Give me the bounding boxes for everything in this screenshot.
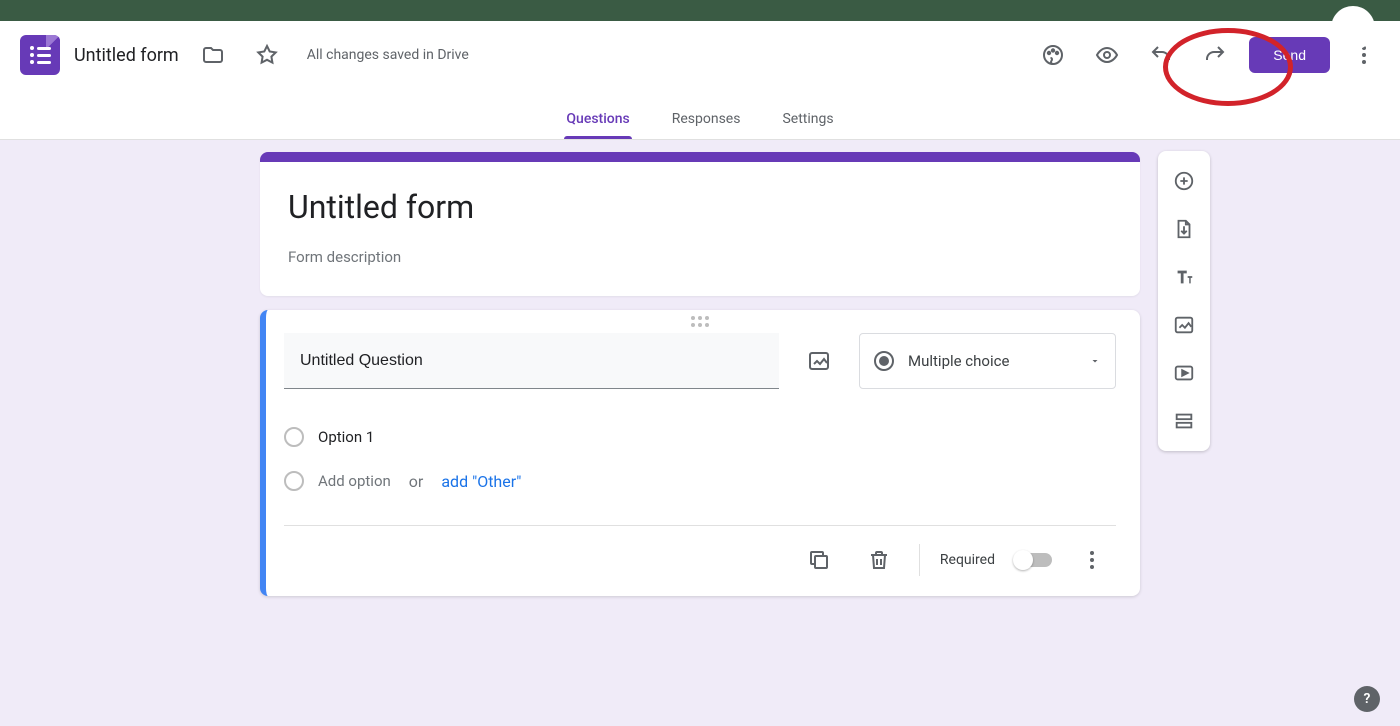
- add-question-icon[interactable]: [1162, 159, 1206, 203]
- delete-icon[interactable]: [859, 540, 899, 580]
- star-icon[interactable]: [247, 35, 287, 75]
- add-section-icon[interactable]: [1162, 399, 1206, 443]
- required-toggle[interactable]: [1015, 553, 1052, 567]
- add-video-icon[interactable]: [1162, 351, 1206, 395]
- document-title[interactable]: Untitled form: [74, 45, 179, 66]
- options-list: Option 1 Add option or add "Other": [284, 401, 1116, 525]
- add-title-icon[interactable]: [1162, 255, 1206, 299]
- duplicate-icon[interactable]: [799, 540, 839, 580]
- question-title-input[interactable]: [284, 333, 779, 389]
- question-type-select[interactable]: Multiple choice: [859, 333, 1116, 389]
- save-status: All changes saved in Drive: [307, 47, 469, 63]
- divider: [919, 544, 920, 576]
- add-option-label[interactable]: Add option: [318, 472, 391, 490]
- radio-icon: [284, 471, 304, 491]
- radio-icon: [284, 427, 304, 447]
- radio-icon: [874, 351, 894, 371]
- form-title-card[interactable]: Untitled form Form description: [260, 152, 1140, 296]
- form-title[interactable]: Untitled form: [288, 188, 1112, 226]
- option-row[interactable]: Option 1: [284, 415, 1116, 459]
- tab-questions[interactable]: Questions: [564, 111, 631, 139]
- chevron-down-icon: [1089, 352, 1101, 371]
- tabs: Questions Responses Settings: [0, 89, 1400, 139]
- add-image-to-question-icon[interactable]: [801, 343, 837, 379]
- question-type-label: Multiple choice: [908, 352, 1075, 370]
- question-footer: Required: [284, 525, 1116, 596]
- required-label: Required: [940, 552, 995, 568]
- or-label: or: [409, 472, 424, 491]
- customize-theme-icon[interactable]: [1033, 35, 1073, 75]
- browser-chrome-strip: [0, 0, 1400, 21]
- forms-logo[interactable]: [20, 35, 60, 75]
- floating-toolbar: [1158, 151, 1210, 451]
- header: Untitled form All changes saved in Drive…: [0, 21, 1400, 140]
- question-card[interactable]: Multiple choice Option 1 Add option or a…: [260, 310, 1140, 596]
- option-label[interactable]: Option 1: [318, 428, 374, 446]
- send-button[interactable]: Send: [1249, 37, 1330, 73]
- help-icon[interactable]: ?: [1354, 686, 1380, 712]
- preview-eye-icon[interactable]: [1087, 35, 1127, 75]
- move-to-folder-icon[interactable]: [193, 35, 233, 75]
- import-questions-icon[interactable]: [1162, 207, 1206, 251]
- tab-settings[interactable]: Settings: [780, 111, 835, 139]
- question-more-icon[interactable]: [1072, 540, 1112, 580]
- undo-icon[interactable]: [1141, 35, 1181, 75]
- drag-handle-icon[interactable]: [284, 310, 1116, 329]
- redo-icon[interactable]: [1195, 35, 1235, 75]
- add-option-row[interactable]: Add option or add "Other": [284, 459, 1116, 503]
- add-image-icon[interactable]: [1162, 303, 1206, 347]
- form-description[interactable]: Form description: [288, 248, 1112, 266]
- add-other-link[interactable]: add "Other": [441, 472, 521, 491]
- tab-responses[interactable]: Responses: [670, 111, 743, 139]
